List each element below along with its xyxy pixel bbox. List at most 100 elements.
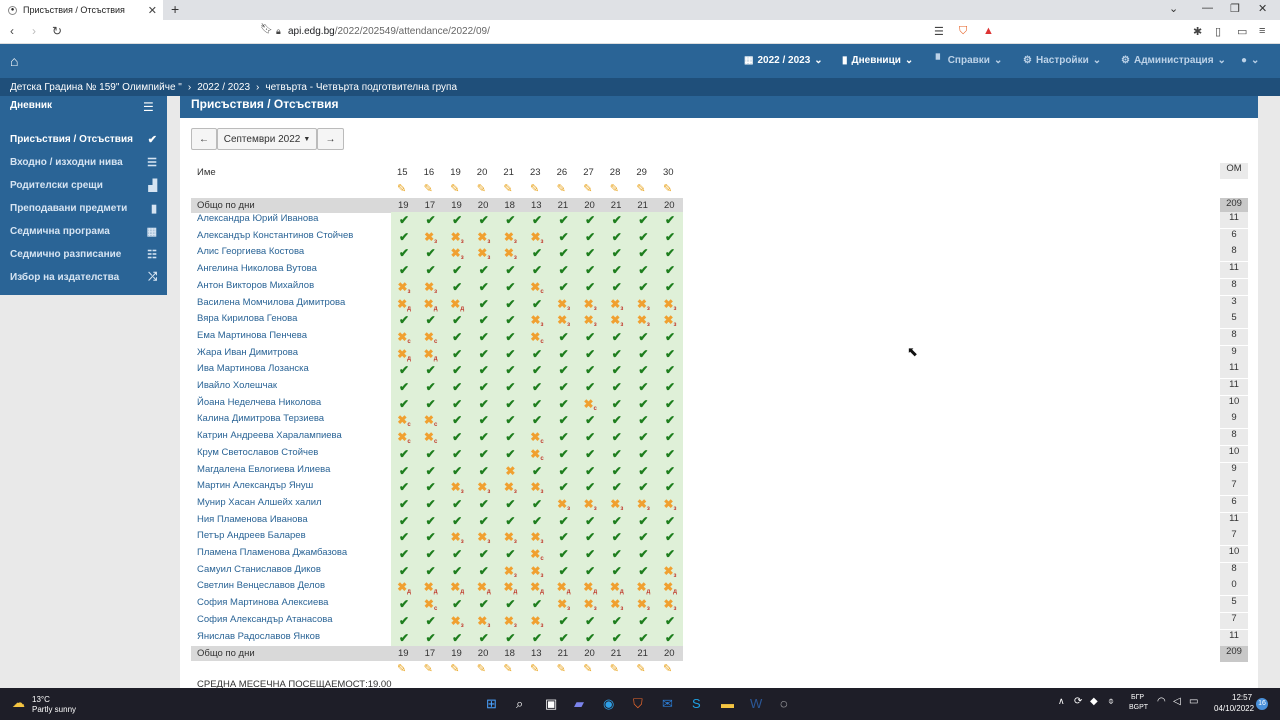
absent-cross-icon[interactable]: ✖з [524, 229, 550, 245]
rewards-icon[interactable]: ▲ [983, 25, 994, 37]
present-check-icon[interactable]: ✔ [444, 212, 470, 228]
language-1[interactable]: БГР [1131, 694, 1144, 701]
present-check-icon[interactable]: ✔ [630, 379, 656, 395]
edit-pencil-icon[interactable]: ✎ [583, 182, 592, 195]
breadcrumb-group[interactable]: четвърта - Четвърта подготвителна група [265, 82, 457, 93]
month-select[interactable]: Септември 2022 ▼ [217, 128, 317, 150]
present-check-icon[interactable]: ✔ [444, 396, 470, 412]
wallet-icon[interactable]: ▭ [1237, 25, 1247, 38]
edit-pencil-icon[interactable]: ✎ [610, 662, 619, 675]
present-check-icon[interactable]: ✔ [630, 546, 656, 562]
present-check-icon[interactable]: ✔ [444, 329, 470, 345]
present-check-icon[interactable]: ✔ [551, 429, 577, 445]
present-check-icon[interactable]: ✔ [604, 613, 630, 629]
present-check-icon[interactable]: ✔ [577, 245, 603, 261]
start-icon[interactable]: ⊞ [486, 696, 497, 712]
present-check-icon[interactable]: ✔ [471, 446, 497, 462]
chevron-up-icon[interactable]: ∧ [1058, 696, 1065, 707]
absent-cross-icon[interactable]: ✖з [418, 229, 444, 245]
present-check-icon[interactable]: ✔ [630, 513, 656, 529]
present-check-icon[interactable]: ✔ [418, 479, 444, 495]
present-check-icon[interactable]: ✔ [391, 362, 417, 378]
present-check-icon[interactable]: ✔ [551, 362, 577, 378]
present-check-icon[interactable]: ✔ [391, 396, 417, 412]
edit-pencil-icon[interactable]: ✎ [610, 182, 619, 195]
student-name-link[interactable]: Ива Мартинова Лозанска [197, 363, 309, 374]
present-check-icon[interactable]: ✔ [471, 296, 497, 312]
present-check-icon[interactable]: ✔ [577, 429, 603, 445]
absent-cross-icon[interactable]: ✖ [497, 463, 523, 479]
student-name-link[interactable]: Магдалена Евлогиева Илиева [197, 464, 330, 475]
absent-cross-icon[interactable]: ✖с [524, 329, 550, 345]
present-check-icon[interactable]: ✔ [524, 596, 550, 612]
clock-date[interactable]: 04/10/2022 [1214, 704, 1254, 713]
present-check-icon[interactable]: ✔ [497, 429, 523, 445]
present-check-icon[interactable]: ✔ [391, 212, 417, 228]
present-check-icon[interactable]: ✔ [657, 396, 683, 412]
present-check-icon[interactable]: ✔ [604, 630, 630, 646]
present-check-icon[interactable]: ✔ [630, 229, 656, 245]
present-check-icon[interactable]: ✔ [577, 329, 603, 345]
present-check-icon[interactable]: ✔ [657, 245, 683, 261]
present-check-icon[interactable]: ✔ [497, 412, 523, 428]
student-name-link[interactable]: Алис Георгиева Костова [197, 246, 304, 257]
absent-cross-icon[interactable]: ✖з [524, 312, 550, 328]
year-menu[interactable]: ▦ 2022 / 2023 ⌄ [744, 55, 823, 66]
absent-cross-icon[interactable]: ✖з [577, 296, 603, 312]
hamburger-icon[interactable]: ☰ [143, 100, 154, 114]
absent-cross-icon[interactable]: ✖з [551, 596, 577, 612]
present-check-icon[interactable]: ✔ [577, 379, 603, 395]
battery-icon[interactable]: ▭ [1189, 696, 1198, 707]
student-name-link[interactable]: Самуил Станиславов Диков [197, 564, 321, 575]
edit-pencil-icon[interactable]: ✎ [424, 662, 433, 675]
absent-cross-icon[interactable]: ✖д [471, 579, 497, 595]
present-check-icon[interactable]: ✔ [630, 563, 656, 579]
present-check-icon[interactable]: ✔ [551, 229, 577, 245]
student-name-link[interactable]: Катрин Андреева Харалампиева [197, 430, 342, 441]
sidebar-item-attendance[interactable]: Присъствия / Отсъствия ✔ [0, 128, 167, 151]
breadcrumb-year[interactable]: 2022 / 2023 [197, 82, 250, 93]
present-check-icon[interactable]: ✔ [497, 346, 523, 362]
reader-icon[interactable]: ☰ [934, 25, 944, 38]
student-name-link[interactable]: Ема Мартинова Пенчева [197, 330, 307, 341]
absent-cross-icon[interactable]: ✖д [524, 579, 550, 595]
absent-cross-icon[interactable]: ✖з [497, 563, 523, 579]
absent-cross-icon[interactable]: ✖с [418, 596, 444, 612]
absent-cross-icon[interactable]: ✖з [497, 479, 523, 495]
present-check-icon[interactable]: ✔ [604, 479, 630, 495]
present-check-icon[interactable]: ✔ [471, 379, 497, 395]
present-check-icon[interactable]: ✔ [391, 630, 417, 646]
absent-cross-icon[interactable]: ✖з [524, 529, 550, 545]
edit-pencil-icon[interactable]: ✎ [530, 662, 539, 675]
present-check-icon[interactable]: ✔ [471, 346, 497, 362]
present-check-icon[interactable]: ✔ [630, 262, 656, 278]
absent-cross-icon[interactable]: ✖з [497, 613, 523, 629]
present-check-icon[interactable]: ✔ [471, 630, 497, 646]
present-check-icon[interactable]: ✔ [497, 446, 523, 462]
present-check-icon[interactable]: ✔ [391, 229, 417, 245]
maximize-icon[interactable]: ❐ [1230, 2, 1240, 15]
absent-cross-icon[interactable]: ✖д [497, 579, 523, 595]
present-check-icon[interactable]: ✔ [391, 496, 417, 512]
absent-cross-icon[interactable]: ✖з [524, 563, 550, 579]
present-check-icon[interactable]: ✔ [657, 513, 683, 529]
present-check-icon[interactable]: ✔ [418, 496, 444, 512]
present-check-icon[interactable]: ✔ [604, 279, 630, 295]
edit-pencil-icon[interactable]: ✎ [450, 662, 459, 675]
present-check-icon[interactable]: ✔ [577, 546, 603, 562]
present-check-icon[interactable]: ✔ [497, 513, 523, 529]
present-check-icon[interactable]: ✔ [497, 329, 523, 345]
absent-cross-icon[interactable]: ✖з [551, 296, 577, 312]
present-check-icon[interactable]: ✔ [577, 630, 603, 646]
absent-cross-icon[interactable]: ✖з [657, 563, 683, 579]
reload-icon[interactable]: ↻ [52, 24, 62, 38]
absent-cross-icon[interactable]: ✖з [391, 279, 417, 295]
absent-cross-icon[interactable]: ✖д [418, 346, 444, 362]
present-check-icon[interactable]: ✔ [471, 596, 497, 612]
student-name-link[interactable]: Йоана Неделчева Николова [197, 397, 321, 408]
present-check-icon[interactable]: ✔ [577, 479, 603, 495]
absent-cross-icon[interactable]: ✖з [444, 479, 470, 495]
present-check-icon[interactable]: ✔ [604, 513, 630, 529]
sidebar-item-levels[interactable]: Входно / изходни нива ☰ [0, 151, 167, 174]
present-check-icon[interactable]: ✔ [497, 379, 523, 395]
